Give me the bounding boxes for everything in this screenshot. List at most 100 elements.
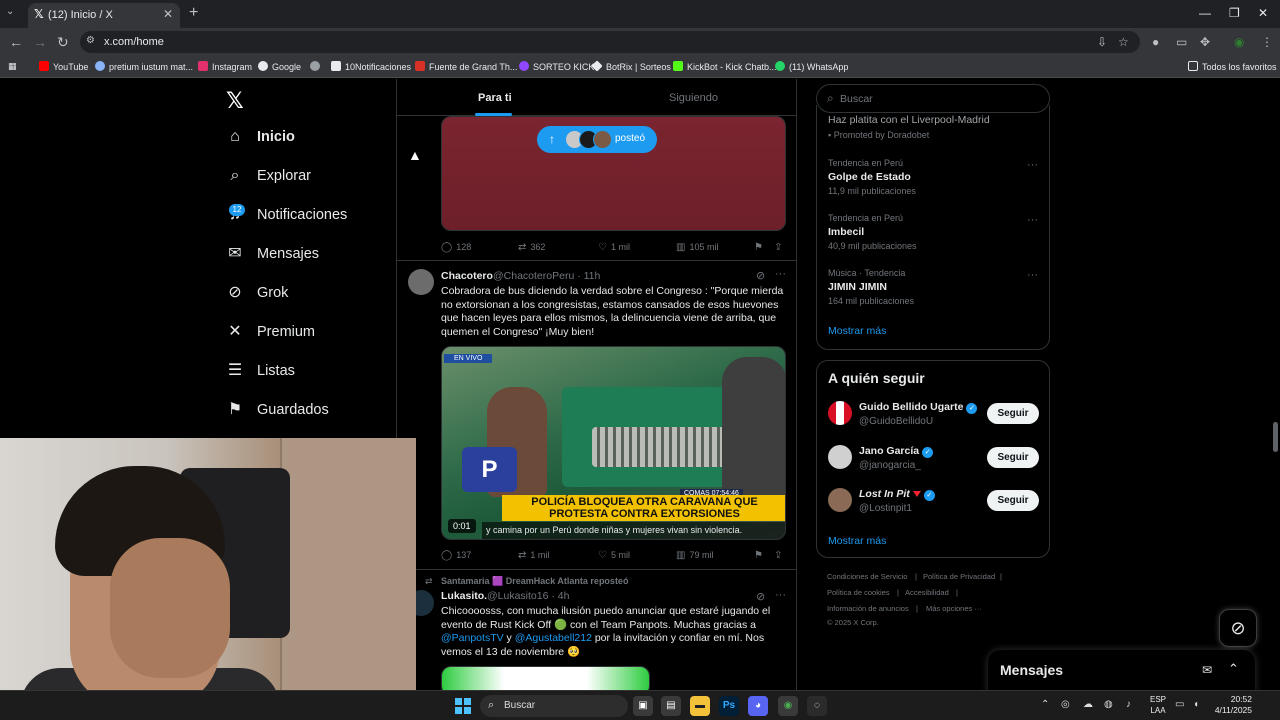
file-explorer-icon[interactable]: ▬ <box>690 696 710 716</box>
follow-handle[interactable]: @janogarcia_ <box>859 460 921 471</box>
follow-handle[interactable]: @GuidoBellidoU <box>859 416 933 427</box>
more-options-icon[interactable]: ··· <box>1027 214 1038 226</box>
chrome-icon[interactable]: ◉ <box>778 696 798 716</box>
tray-app-icon[interactable]: ◎ <box>1061 699 1070 710</box>
expand-icon[interactable]: ⌃ <box>1228 661 1239 677</box>
bookmark-globe[interactable] <box>310 61 324 72</box>
tweet-video[interactable]: P EN VIVO COMAS 07:54:46 POLICÍA BLOQUEA… <box>441 346 786 540</box>
trend-name[interactable]: Golpe de Estado <box>828 171 911 183</box>
tweet-author-handle[interactable]: @ChacoteroPeru · 11h <box>493 270 600 282</box>
bookmark-pretium[interactable]: pretium iustum mat... <box>95 61 193 72</box>
repost-button[interactable]: ⇄ 362 <box>518 242 545 253</box>
photoshop-icon[interactable]: Ps <box>719 696 739 716</box>
like-button[interactable]: ♡ 5 mil <box>598 550 630 561</box>
follow-button[interactable]: Seguir <box>987 403 1039 424</box>
menu-kebab-icon[interactable]: ⋮ <box>1261 35 1273 49</box>
new-tab-icon[interactable]: + <box>189 4 198 22</box>
follow-button[interactable]: Seguir <box>987 490 1039 511</box>
bookmark-fuente-grand-th[interactable]: Fuente de Grand Th... <box>415 61 517 72</box>
close-tab-icon[interactable]: ✕ <box>163 7 173 21</box>
footer-ads-info[interactable]: Información de anuncios <box>827 604 909 613</box>
reply-button[interactable]: ◯ 128 <box>441 242 471 253</box>
avatar[interactable] <box>828 488 852 512</box>
footer-privacy[interactable]: Política de Privacidad <box>923 572 995 581</box>
bookmark-button[interactable]: ⚑ <box>754 550 767 561</box>
x-logo-icon[interactable]: 𝕏 <box>226 88 244 114</box>
trend-name[interactable]: JIMIN JIMIN <box>828 281 887 293</box>
tray-overflow-icon[interactable]: ⌃ <box>1041 699 1049 710</box>
minimize-icon[interactable]: — <box>1199 6 1211 20</box>
site-info-icon[interactable]: ⚙ <box>86 35 95 46</box>
scrollbar-thumb[interactable] <box>1273 422 1278 452</box>
footer-accessibility[interactable]: Accesibilidad <box>905 588 949 597</box>
share-button[interactable]: ⇪ <box>774 242 786 253</box>
messages-drawer[interactable]: Mensajes ✉ ⌃ <box>988 650 1255 690</box>
follow-name[interactable]: Jano García ✓ <box>859 445 934 458</box>
onedrive-icon[interactable]: ☁ <box>1083 699 1093 710</box>
language-indicator[interactable]: ESP LAA <box>1150 694 1166 716</box>
grok-icon[interactable]: ⊘ <box>756 269 765 282</box>
restore-icon[interactable]: ❐ <box>1229 6 1240 20</box>
microphone-icon[interactable]: ♪ <box>1126 699 1131 710</box>
tweet-author-handle[interactable]: @Lukasito16 · 4h <box>487 590 569 602</box>
profile-avatar-icon[interactable]: ◉ <box>1234 35 1244 49</box>
follow-handle[interactable]: @Lostinpit1 <box>859 503 912 514</box>
bookmark-kickbot[interactable]: KickBot - Kick Chatb... <box>673 61 777 72</box>
new-posts-pill[interactable]: ↑ posteó <box>537 126 657 153</box>
footer-cookies[interactable]: Política de cookies <box>827 588 890 597</box>
avatar[interactable] <box>828 445 852 469</box>
widgets-icon[interactable]: ▤ <box>661 696 681 716</box>
more-options-icon[interactable]: ··· <box>1027 159 1038 171</box>
tab-search-icon[interactable]: ⌄ <box>6 6 14 17</box>
search-box[interactable]: ⌕ Buscar <box>816 84 1050 113</box>
all-bookmarks[interactable]: Todos los favoritos <box>1188 61 1277 72</box>
reload-icon[interactable]: ↻ <box>57 34 69 51</box>
apps-grid-icon[interactable]: ▦ <box>8 61 17 72</box>
avatar[interactable] <box>828 401 852 425</box>
show-more-follow-link[interactable]: Mostrar más <box>828 535 886 547</box>
discord-icon[interactable]: ◕ <box>748 696 768 716</box>
tray-app-icon[interactable]: ◍ <box>1104 699 1113 710</box>
bookmark-botrix[interactable]: BotRix | Sorteos <box>591 60 671 72</box>
trend-name[interactable]: Imbecil <box>828 226 864 238</box>
mention-link[interactable]: @PanpotsTV <box>441 632 504 644</box>
show-more-trends-link[interactable]: Mostrar más <box>828 325 886 337</box>
avatar[interactable] <box>408 269 434 295</box>
network-icon[interactable]: ▭ <box>1175 699 1184 710</box>
page-scrollbar[interactable] <box>1271 79 1280 690</box>
follow-name[interactable]: Guido Bellido Ugarte ✓ <box>859 401 978 414</box>
repost-button[interactable]: ⇄ 1 mil <box>518 550 549 561</box>
browser-tab[interactable]: 𝕏 (12) Inicio / X ✕ <box>28 3 180 28</box>
bookmark-google[interactable]: Google <box>258 61 301 72</box>
reply-button[interactable]: ◯ 137 <box>441 550 471 561</box>
bookmark-instagram[interactable]: Instagram <box>198 61 252 72</box>
more-options-icon[interactable]: ··· <box>775 589 786 601</box>
follow-name[interactable]: Lost In Pit ✓ <box>859 488 935 501</box>
like-button[interactable]: ♡ 1 mil <box>598 242 630 253</box>
app-icon[interactable]: ◌ <box>807 696 827 716</box>
more-options-icon[interactable]: ··· <box>775 268 786 280</box>
tab-for-you[interactable]: Para ti <box>478 92 512 104</box>
tweet-media-image[interactable] <box>441 666 650 690</box>
footer-more-options[interactable]: Más opciones ··· <box>926 604 982 613</box>
views-button[interactable]: ▥ 79 mil <box>676 550 713 561</box>
task-view-icon[interactable]: ▣ <box>633 696 653 716</box>
more-options-icon[interactable]: ··· <box>1027 269 1038 281</box>
bookmark-button[interactable]: ⚑ <box>754 242 767 253</box>
reposted-by-line[interactable]: Santamaria 🟪 DreamHack Atlanta reposteó <box>441 576 628 587</box>
footer-terms[interactable]: Condiciones de Servicio <box>827 572 907 581</box>
tweet-author-name[interactable]: Lukasito. <box>441 590 487 602</box>
views-button[interactable]: ▥ 105 mil <box>676 242 718 253</box>
new-message-icon[interactable]: ✉ <box>1202 663 1212 677</box>
taskbar-search[interactable]: ⌕ Buscar <box>480 695 628 717</box>
address-bar[interactable]: ⚙ x.com/home <box>80 31 1140 53</box>
forward-icon[interactable]: → <box>33 34 47 50</box>
back-icon[interactable]: ← <box>9 34 23 50</box>
extensions-puzzle-icon[interactable]: ✥ <box>1200 35 1210 49</box>
star-icon[interactable]: ☆ <box>1118 35 1129 49</box>
bookmark-10notificaciones[interactable]: 10Notificaciones <box>331 61 411 72</box>
extension-icon[interactable]: ● <box>1152 35 1159 49</box>
taskbar-clock[interactable]: 20:52 4/11/2025 <box>1212 694 1252 716</box>
bookmark-sorteo-kick[interactable]: SORTEO KICK <box>519 61 594 72</box>
share-button[interactable]: ⇪ <box>774 550 786 561</box>
